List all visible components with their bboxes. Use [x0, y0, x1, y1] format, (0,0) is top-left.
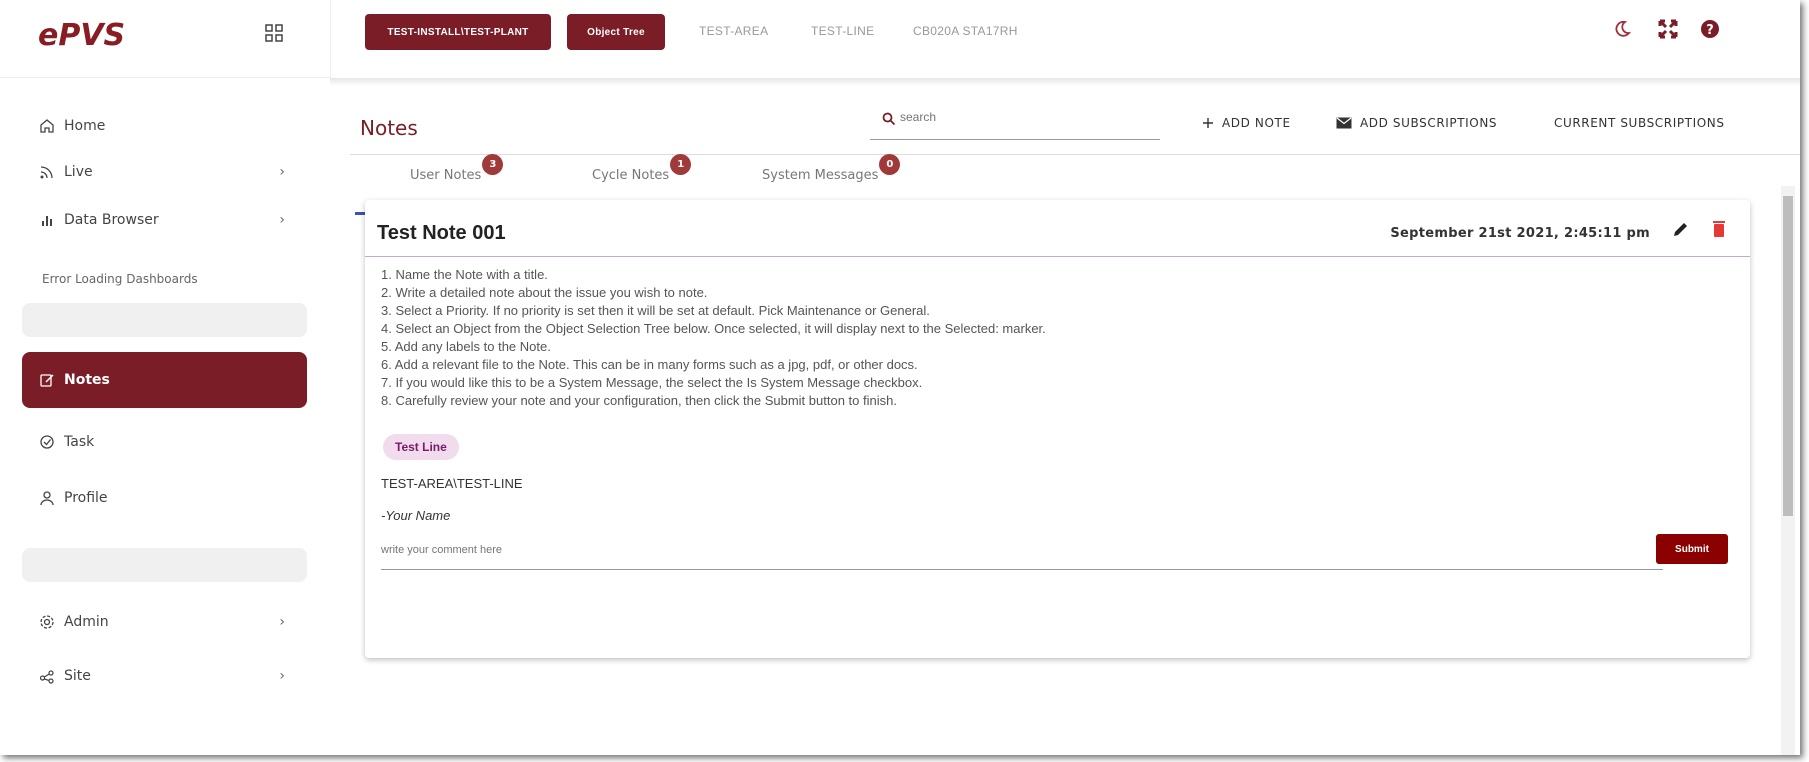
sidebar-item-label: Home	[64, 118, 106, 134]
sidebar-item-label: Profile	[64, 490, 108, 506]
mail-icon	[1336, 117, 1352, 129]
sidebar-item-task[interactable]: Task	[22, 420, 307, 464]
task-check-icon	[38, 433, 56, 451]
sidebar-item-admin[interactable]: Admin ›	[22, 600, 307, 644]
object-tree-button[interactable]: Object Tree	[567, 14, 665, 50]
count-badge: 3	[482, 154, 504, 175]
submit-button[interactable]: Submit	[1656, 534, 1728, 564]
count-badge: 0	[879, 154, 901, 175]
gear-icon	[38, 613, 56, 631]
share-icon	[38, 667, 56, 685]
tab-system-messages[interactable]: System Messages 0	[762, 154, 901, 183]
sidebar-item-label: Live	[64, 164, 93, 180]
note-title: Test Note 001	[377, 222, 506, 244]
sidebar-item-label: Data Browser	[64, 212, 159, 228]
comment-input[interactable]	[381, 544, 1663, 556]
chevron-right-icon: ›	[279, 668, 285, 684]
note-signature: -Your Name	[381, 508, 451, 523]
delete-trash-icon[interactable]	[1712, 220, 1726, 243]
note-line: 2. Write a detailed note about the issue…	[381, 285, 708, 300]
bar-chart-icon	[38, 211, 56, 229]
current-subscriptions-button[interactable]: CURRENT SUBSCRIPTIONS	[1554, 116, 1725, 130]
note-body: 1. Name the Note with a title. 2. Write …	[381, 266, 1046, 410]
tab-cycle-notes[interactable]: Cycle Notes 1	[592, 154, 692, 183]
sidebar: ePVS Home Live › Data Browser › Error Lo…	[0, 0, 330, 755]
breadcrumb-line[interactable]: TEST-LINE	[811, 24, 874, 38]
note-line: 3. Select a Priority. If no priority is …	[381, 303, 930, 318]
note-line: 8. Carefully review your note and your c…	[381, 393, 897, 408]
app-window: ePVS Home Live › Data Browser › Error Lo…	[0, 0, 1800, 755]
sidebar-item-label: Task	[64, 434, 95, 450]
label-chip[interactable]: Test Line	[383, 434, 459, 460]
sidebar-item-data-browser[interactable]: Data Browser ›	[22, 198, 307, 242]
count-badge: 1	[670, 154, 692, 175]
object-path: TEST-AREA\TEST-LINE	[381, 476, 523, 491]
note-header-divider	[365, 256, 1750, 257]
comment-field[interactable]	[381, 540, 1663, 570]
note-line: 7. If you would like this to be a System…	[381, 375, 923, 390]
home-icon	[38, 117, 56, 135]
search-input[interactable]	[900, 110, 1150, 124]
sidebar-item-label: Notes	[64, 372, 110, 388]
breadcrumb-plant-button[interactable]: TEST-INSTALL\TEST-PLANT	[365, 14, 551, 50]
svg-text:?: ?	[1706, 23, 1714, 38]
svg-text:ePVS: ePVS	[38, 21, 125, 51]
dark-mode-moon-icon[interactable]	[1609, 16, 1635, 42]
breadcrumb-area[interactable]: TEST-AREA	[699, 24, 768, 38]
tab-label: Cycle Notes	[592, 168, 670, 183]
sidebar-placeholder	[22, 548, 307, 582]
tabs-divider	[350, 154, 1800, 155]
note-edit-icon	[38, 371, 56, 389]
add-note-button[interactable]: ADD NOTE	[1202, 116, 1291, 130]
page-title: Notes	[360, 116, 418, 140]
note-line: 4. Select an Object from the Object Sele…	[381, 321, 1046, 336]
sidebar-placeholder	[22, 303, 307, 337]
sidebar-item-home[interactable]: Home	[22, 104, 307, 148]
search-icon	[882, 112, 896, 131]
search-field[interactable]	[870, 106, 1160, 140]
add-subscriptions-label: ADD SUBSCRIPTIONS	[1360, 116, 1498, 130]
breadcrumb-station[interactable]: CB020A STA17RH	[913, 24, 1018, 38]
tab-label: System Messages	[762, 168, 879, 183]
notes-content: Notes ADD NOTE ADD SUBSCRIPTIONS CURRENT…	[330, 86, 1800, 755]
add-subscriptions-button[interactable]: ADD SUBSCRIPTIONS	[1336, 116, 1497, 130]
current-subscriptions-label: CURRENT SUBSCRIPTIONS	[1554, 116, 1725, 130]
tab-user-notes[interactable]: User Notes 3	[410, 154, 504, 183]
scrollbar-thumb[interactable]	[1783, 196, 1793, 516]
sidebar-item-label: Site	[64, 668, 91, 684]
edit-pencil-icon[interactable]	[1672, 220, 1690, 243]
sidebar-item-label: Admin	[64, 614, 109, 630]
live-icon	[38, 163, 56, 181]
dashboard-error-text: Error Loading Dashboards	[42, 272, 198, 286]
sidebar-item-notes[interactable]: Notes	[22, 352, 307, 408]
chevron-right-icon: ›	[279, 212, 285, 228]
plus-icon	[1202, 117, 1214, 129]
sidebar-item-live[interactable]: Live ›	[22, 150, 307, 194]
chevron-right-icon: ›	[279, 164, 285, 180]
add-note-label: ADD NOTE	[1222, 116, 1291, 130]
note-line: 1. Name the Note with a title.	[381, 267, 548, 282]
apps-grid-icon[interactable]	[265, 24, 283, 42]
person-icon	[38, 489, 56, 507]
brand-logo[interactable]: ePVS	[38, 18, 158, 54]
sidebar-divider	[0, 77, 330, 78]
note-timestamp: September 21st 2021, 2:45:11 pm	[1390, 226, 1650, 241]
epvs-logo-icon: ePVS	[38, 21, 125, 51]
tab-label: User Notes	[410, 168, 482, 183]
top-bar: TEST-INSTALL\TEST-PLANT Object Tree TEST…	[330, 0, 1800, 78]
note-line: 6. Add a relevant file to the Note. This…	[381, 357, 918, 372]
note-line: 5. Add any labels to the Note.	[381, 339, 551, 354]
fullscreen-icon[interactable]	[1655, 16, 1681, 42]
note-card: Test Note 001 September 21st 2021, 2:45:…	[365, 200, 1750, 658]
chevron-right-icon: ›	[279, 614, 285, 630]
sidebar-item-site[interactable]: Site ›	[22, 654, 307, 698]
sidebar-item-profile[interactable]: Profile	[22, 476, 307, 520]
top-bar-shadow	[330, 78, 1800, 86]
help-question-icon[interactable]: ?	[1697, 16, 1723, 42]
